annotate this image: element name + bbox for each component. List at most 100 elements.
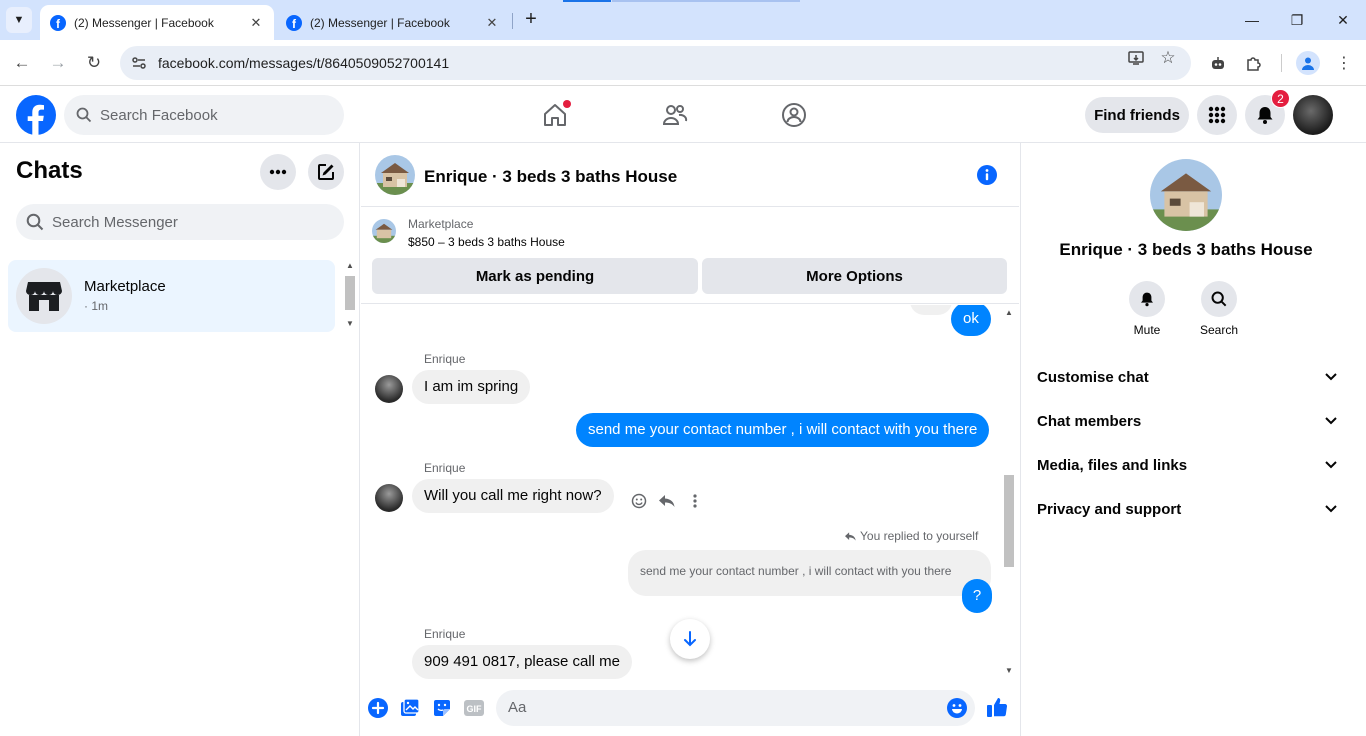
messenger-search-input[interactable]: Search Messenger [16, 204, 344, 240]
back-arrow-icon[interactable]: ← [10, 51, 34, 75]
chats-options-button[interactable] [260, 154, 296, 190]
emoji-icon[interactable] [946, 697, 968, 719]
arrow-down-icon [684, 631, 696, 647]
bell-icon [1257, 107, 1273, 124]
forward-arrow-icon[interactable]: → [46, 51, 70, 75]
marketplace-listing-bar: Marketplace $850 – 3 beds 3 baths House … [361, 207, 1019, 304]
chevron-down-icon [1325, 417, 1337, 425]
message-actions [625, 487, 709, 515]
facebook-search-input[interactable]: Search Facebook [64, 95, 344, 135]
previous-message-bubble [910, 305, 952, 315]
tab-loading-indicator-track [612, 0, 800, 2]
mute-label: Mute [1133, 323, 1161, 337]
scroll-to-bottom-button[interactable] [670, 619, 710, 659]
facebook-logo-icon[interactable] [16, 95, 56, 135]
extensions-puzzle-icon[interactable] [1243, 52, 1265, 74]
sender-avatar[interactable] [375, 484, 403, 512]
tab-close-icon[interactable]: ✕ [484, 15, 500, 31]
site-settings-icon[interactable] [130, 54, 148, 72]
chat-list-item[interactable]: Marketplace · 1m [8, 260, 335, 332]
search-icon [1211, 291, 1227, 307]
scroll-down-icon[interactable]: ▼ [343, 318, 357, 330]
quoted-message[interactable]: send me your contact number , i will con… [628, 550, 991, 596]
more-dots-icon [269, 169, 287, 175]
window-close-icon[interactable]: ✕ [1333, 10, 1353, 30]
privacy-support-section[interactable]: Privacy and support [1037, 487, 1337, 531]
search-label: Search [1199, 323, 1239, 337]
new-tab-plus-icon[interactable]: + [520, 9, 542, 31]
reply-note: You replied to yourself [844, 529, 978, 543]
search-icon [26, 213, 44, 231]
house-photo-icon [1150, 159, 1222, 231]
toolbar-divider [1281, 54, 1282, 72]
install-app-icon[interactable] [1126, 48, 1146, 68]
chat-list-scrollbar[interactable]: ▲ ▼ [343, 260, 357, 332]
reload-icon[interactable]: ↻ [82, 51, 106, 75]
new-message-button[interactable] [308, 154, 344, 190]
listing-thumbnail[interactable] [372, 219, 396, 243]
info-icon[interactable] [977, 165, 997, 185]
tab-search-chevron-icon[interactable]: ▼ [6, 7, 32, 33]
browser-tab-active[interactable]: f (2) Messenger | Facebook ✕ [40, 5, 274, 40]
thumbs-up-icon[interactable] [985, 695, 1009, 719]
scroll-up-icon[interactable]: ▲ [343, 260, 357, 272]
scrollbar-thumb[interactable] [345, 276, 355, 310]
section-label: Privacy and support [1037, 500, 1182, 518]
find-friends-button[interactable]: Find friends [1085, 97, 1189, 133]
browser-profile-icon[interactable] [1296, 51, 1320, 75]
conversation-scrollbar[interactable]: ▲ ▼ [1002, 305, 1016, 681]
chat-name: Marketplace [84, 278, 166, 295]
conversation-header: Enrique · 3 beds 3 baths House [361, 143, 1019, 207]
reply-arrow-icon [845, 531, 856, 541]
sender-avatar[interactable] [375, 375, 403, 403]
house-photo-icon [372, 219, 396, 243]
incoming-message[interactable]: 909 491 0817, please call me [412, 645, 632, 679]
mark-as-pending-button[interactable]: Mark as pending [372, 258, 698, 294]
more-options-button[interactable]: More Options [702, 258, 1007, 294]
more-vertical-icon[interactable] [681, 487, 709, 515]
scrollbar-thumb[interactable] [1004, 475, 1014, 567]
reply-arrow-icon[interactable] [653, 487, 681, 515]
tab-loading-indicator [563, 0, 611, 2]
profile-avatar[interactable] [1293, 95, 1333, 135]
incoming-message[interactable]: I am im spring [412, 370, 531, 404]
browser-tab-inactive[interactable]: f (2) Messenger | Facebook ✕ [276, 5, 510, 40]
friends-icon[interactable] [661, 101, 689, 129]
tab-close-icon[interactable]: ✕ [248, 15, 264, 31]
restore-icon[interactable]: ❐ [1287, 10, 1307, 30]
mute-button[interactable] [1129, 281, 1165, 317]
sticker-icon[interactable] [431, 697, 453, 719]
address-bar[interactable]: facebook.com/messages/t/8640509052700141 [120, 46, 1191, 80]
minimize-icon[interactable]: — [1242, 10, 1262, 30]
assistant-robot-icon[interactable] [1207, 52, 1229, 74]
tab-separator [512, 13, 513, 29]
message-input[interactable]: Aa [496, 690, 975, 726]
info-avatar[interactable] [1150, 159, 1222, 231]
search-action[interactable]: Search [1189, 281, 1249, 337]
groups-icon[interactable] [780, 101, 808, 129]
search-in-conversation-button[interactable] [1201, 281, 1237, 317]
photo-attach-icon[interactable] [399, 697, 421, 719]
outgoing-message[interactable]: send me your contact number , i will con… [576, 413, 990, 447]
conversation-title: Enrique · 3 beds 3 baths House [424, 167, 678, 186]
customise-chat-section[interactable]: Customise chat [1037, 355, 1337, 399]
scroll-up-icon[interactable]: ▲ [1002, 307, 1016, 319]
outgoing-message[interactable]: ? [962, 579, 992, 613]
outgoing-message[interactable]: ok [951, 305, 991, 336]
scroll-down-icon[interactable]: ▼ [1002, 665, 1016, 677]
incoming-message[interactable]: Will you call me right now? [412, 479, 614, 513]
browser-menu-kebab-icon[interactable]: ⋮ [1333, 52, 1355, 74]
browser-tab-bar: ▼ f (2) Messenger | Facebook ✕ f (2) Mes… [0, 0, 1366, 40]
gif-icon[interactable]: GIF [463, 697, 485, 719]
conversation-avatar[interactable] [375, 155, 415, 195]
media-files-links-section[interactable]: Media, files and links [1037, 443, 1337, 487]
react-emoji-icon[interactable] [625, 487, 653, 515]
chat-members-section[interactable]: Chat members [1037, 399, 1337, 443]
grid-menu-icon [1208, 106, 1226, 124]
bookmark-star-icon[interactable]: ☆ [1158, 48, 1178, 68]
mute-action[interactable]: Mute [1117, 281, 1177, 337]
menu-grid-button[interactable] [1197, 95, 1237, 135]
listing-title[interactable]: $850 – 3 beds 3 baths House [408, 235, 565, 249]
url-text: facebook.com/messages/t/8640509052700141 [158, 55, 450, 71]
more-actions-plus-icon[interactable] [367, 697, 389, 719]
